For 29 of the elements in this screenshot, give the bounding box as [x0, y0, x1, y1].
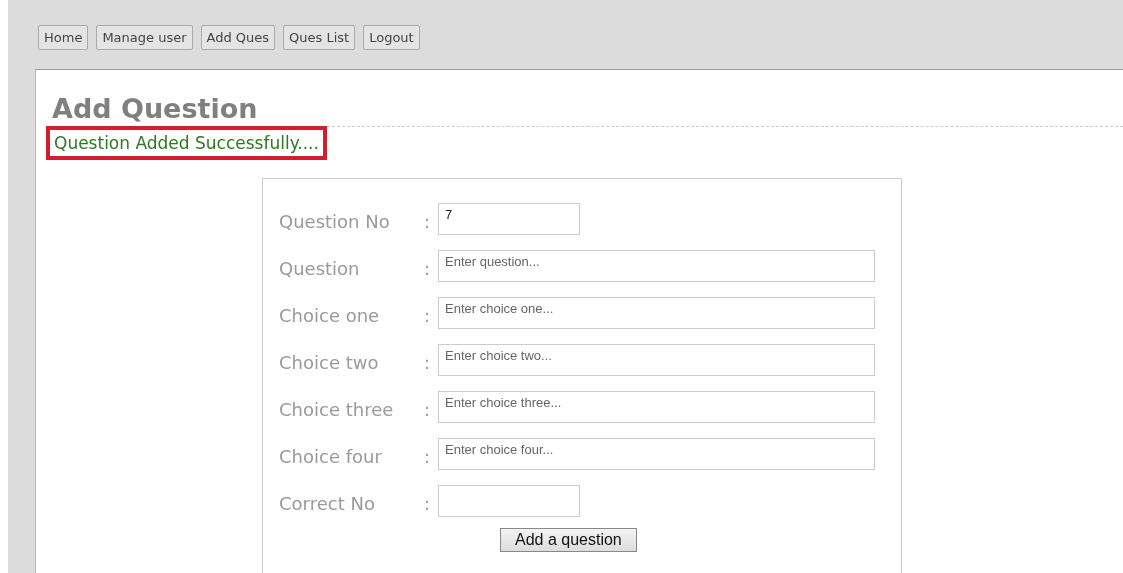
input-field[interactable]: 7	[438, 202, 580, 235]
colon: :	[424, 210, 432, 232]
nav-button[interactable]: Logout	[363, 25, 420, 50]
nav-button[interactable]: Add Ques	[200, 25, 276, 50]
colon: :	[424, 257, 432, 279]
nav-button[interactable]: Manage user	[96, 25, 193, 50]
input-field[interactable]: Enter choice three...	[438, 390, 875, 423]
colon: :	[424, 304, 432, 326]
field-label: Choice three	[279, 398, 395, 420]
colon: :	[424, 351, 432, 373]
field-label: Choice one	[279, 304, 381, 326]
nav-button[interactable]: Home	[38, 25, 89, 50]
field-label: Correct No	[279, 492, 376, 514]
field-label: Choice two	[279, 351, 380, 373]
nav-button[interactable]: Ques List	[283, 25, 356, 50]
input-field[interactable]: Enter choice four...	[438, 437, 875, 470]
colon: :	[424, 492, 432, 514]
input-field[interactable]: Enter question...	[438, 249, 875, 282]
page-heading: Add Question	[51, 92, 259, 126]
colon: :	[424, 398, 432, 420]
field-label: Choice four	[279, 445, 383, 467]
colon: :	[424, 445, 432, 467]
input-field[interactable]	[438, 484, 580, 517]
field-label: Question No	[279, 210, 391, 232]
input-field[interactable]: Enter choice one...	[438, 296, 875, 329]
input-field[interactable]: Enter choice two...	[438, 343, 875, 376]
add-question-button[interactable]: Add a question	[500, 528, 637, 552]
success-message: Question Added Successfully....	[46, 126, 327, 160]
field-label: Question	[279, 257, 361, 279]
